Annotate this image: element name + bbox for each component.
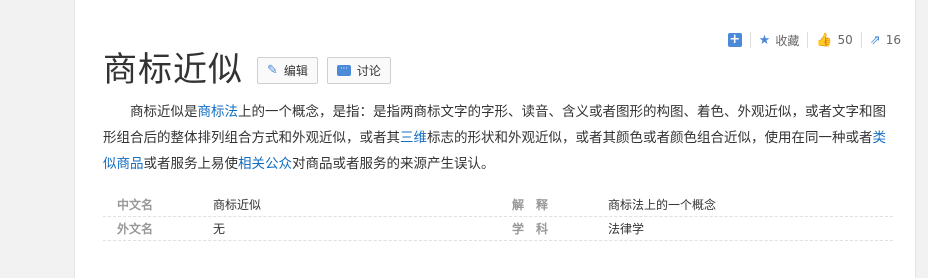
divider (860, 32, 862, 48)
link-trademark-law[interactable]: 商标法 (198, 104, 239, 120)
info-row: 外文名 无 学 科 法律学 (103, 217, 893, 241)
chat-bubble-icon: ··· (336, 64, 351, 76)
info-key: 学 科 (512, 222, 549, 236)
collect-button[interactable]: ★ 收藏 (759, 32, 800, 49)
content-card: + ★ 收藏 👍 50 ⇗ 16 商标近似 ✎ 编辑 ··· 讨论 商标近似是商… (74, 0, 916, 278)
like-button[interactable]: 👍 50 (816, 33, 852, 47)
info-value: 法律学 (608, 222, 645, 236)
thumbs-up-icon: 👍 (816, 32, 833, 48)
edit-label: 编辑 (283, 63, 308, 78)
info-key: 解 释 (512, 198, 549, 212)
share-button[interactable]: ⇗ 16 (870, 33, 901, 47)
info-value: 商标法上的一个概念 (608, 198, 717, 212)
summary-text: 标志的形状和外观近似，或者其颜色或者颜色组合近似，使用在同一种或者 (427, 130, 873, 146)
summary-text: 对商品或者服务的来源产生误认。 (292, 156, 495, 172)
like-count: 50 (837, 33, 853, 47)
link-3d[interactable]: 三维 (400, 130, 427, 146)
share-count: 16 (885, 33, 901, 47)
title-row: 商标近似 ✎ 编辑 ··· 讨论 (103, 48, 391, 92)
action-toolbar: + ★ 收藏 👍 50 ⇗ 16 (727, 31, 901, 49)
summary-paragraph: 商标近似是商标法上的一个概念，是指：是指两商标文字的字形、读音、含义或者图形的构… (103, 99, 897, 177)
summary-text: 商标近似是 (130, 104, 198, 120)
add-icon[interactable]: + (727, 33, 742, 47)
info-row: 中文名 商标近似 解 释 商标法上的一个概念 (103, 193, 893, 217)
discuss-button[interactable]: ··· 讨论 (326, 56, 391, 84)
info-value: 无 (213, 222, 226, 236)
divider (749, 32, 751, 48)
info-key: 中文名 (117, 198, 154, 212)
basic-info-table: 中文名 商标近似 解 释 商标法上的一个概念 外文名 无 学 科 法律学 (103, 193, 893, 241)
page-title: 商标近似 (103, 50, 243, 90)
collect-label: 收藏 (775, 33, 800, 48)
info-value: 商标近似 (213, 198, 262, 212)
star-icon: ★ (758, 32, 771, 48)
pencil-icon: ✎ (267, 62, 278, 78)
share-icon: ⇗ (869, 32, 881, 48)
info-key: 外文名 (117, 222, 154, 236)
divider (807, 32, 809, 48)
edit-button[interactable]: ✎ 编辑 (257, 56, 318, 84)
discuss-label: 讨论 (356, 63, 381, 78)
summary-text: 或者服务上易使 (143, 156, 239, 172)
link-relevant-public[interactable]: 相关公众 (238, 156, 292, 172)
